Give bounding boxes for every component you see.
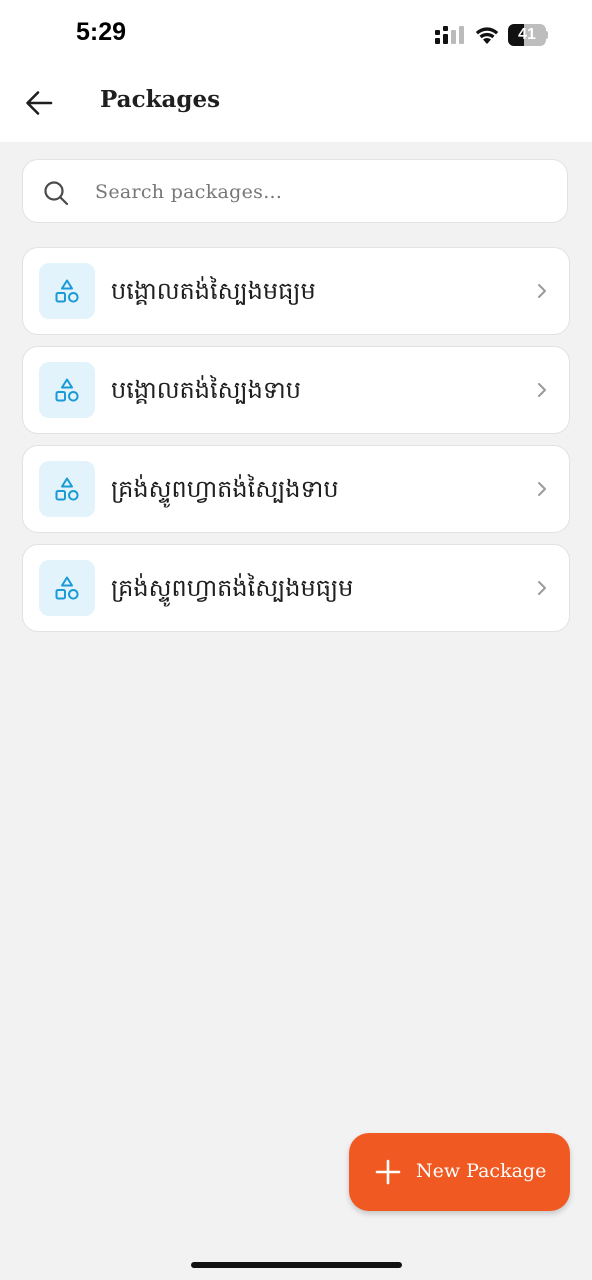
back-button[interactable] (20, 84, 58, 122)
chevron-right-icon (538, 383, 546, 397)
page-title: Packages (100, 86, 221, 113)
package-item[interactable]: គ្រង់ស្ទូពហ្វាតង់ស្បៃងមធ្យម (22, 544, 570, 632)
search-bar (22, 159, 568, 224)
search-icon (44, 181, 69, 206)
package-name: គ្រង់ស្ទូពហ្វាតង់ស្បៃងមធ្យម (111, 574, 354, 602)
new-package-button[interactable]: New Package (349, 1133, 570, 1211)
package-item[interactable]: បង្គោលតង់ស្បៃងមធ្យម (22, 247, 570, 335)
chevron-right-icon (538, 284, 546, 298)
top-bar: 5:29 41 Packages (0, 0, 592, 142)
package-name: បង្គោលតង់ស្បៃងមធ្យម (111, 277, 316, 305)
package-name: បង្គោលតង់ស្បៃងទាប (111, 376, 301, 404)
shapes-icon (39, 461, 95, 517)
new-package-label: New Package (416, 1160, 547, 1182)
package-name: គ្រង់ស្ទូពហ្វាតង់ស្បៃងទាប (111, 475, 339, 503)
chevron-right-icon (538, 482, 546, 496)
wifi-icon (475, 27, 499, 44)
shapes-icon (39, 560, 95, 616)
chevron-right-icon (538, 581, 546, 595)
package-item[interactable]: គ្រង់ស្ទូពហ្វាតង់ស្បៃងទាប (22, 445, 570, 533)
shapes-icon (39, 362, 95, 418)
packages-screen: 5:29 41 Packages Search packages... បង្គ… (0, 0, 592, 1280)
package-list: បង្គោលតង់ស្បៃងមធ្យម បង្គោលតង់ស្បៃងទាប គ្… (22, 247, 570, 643)
shapes-icon (39, 263, 95, 319)
plus-icon (375, 1159, 401, 1185)
package-item[interactable]: បង្គោលតង់ស្បៃងទាប (22, 346, 570, 434)
status-time: 5:29 (76, 18, 127, 46)
status-icons: 41 (434, 22, 548, 48)
home-indicator[interactable] (191, 1262, 402, 1268)
cellular-signal-icon (435, 26, 464, 44)
battery-level: 41 (518, 26, 536, 43)
battery-icon: 41 (508, 24, 548, 46)
search-input[interactable] (93, 160, 547, 224)
arrow-left-icon (26, 91, 53, 115)
